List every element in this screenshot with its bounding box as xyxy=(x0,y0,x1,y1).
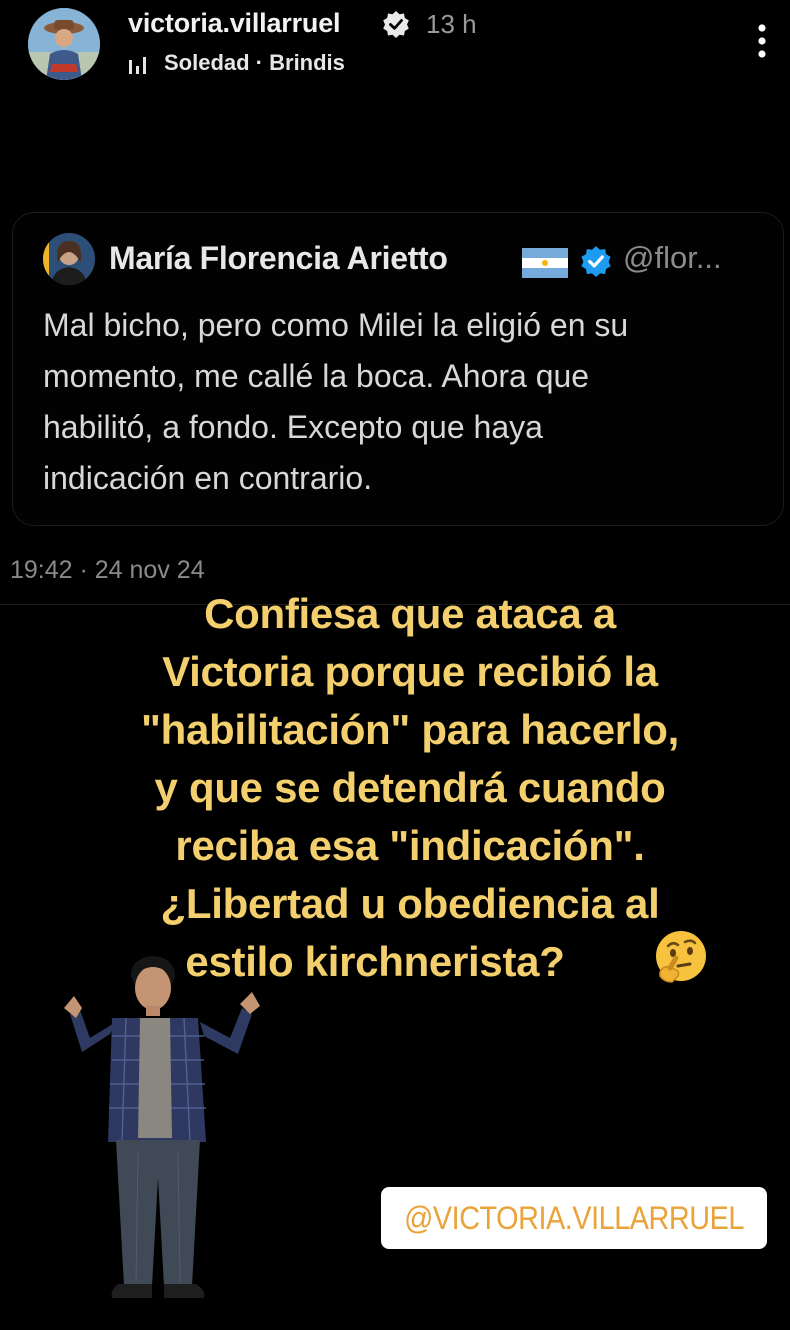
story-screen: victoria.villarruel 13 h Soledad · Brind… xyxy=(0,0,790,1330)
tweet-timestamp: 19:42 · 24 nov 24 xyxy=(10,556,205,584)
tweet-author-handle[interactable]: @flor... xyxy=(623,240,722,276)
story-username[interactable]: victoria.villarruel xyxy=(128,8,341,39)
verified-badge-icon xyxy=(581,246,611,277)
caption-line: "habilitación" para hacerlo, xyxy=(141,706,679,753)
caption-line: Confiesa que ataca a xyxy=(204,590,616,637)
post-time: 13 h xyxy=(426,9,477,39)
music-track[interactable]: Soledad · Brindis xyxy=(164,50,345,76)
caption-line: reciba esa "indicación". xyxy=(175,822,645,869)
caption-line: y que se detendrá cuando xyxy=(154,764,666,811)
mention-text: @VICTORIA.VILLARRUEL xyxy=(404,1200,744,1236)
music-bars-icon xyxy=(129,57,146,74)
more-options-icon[interactable] xyxy=(752,22,772,62)
caption-line: ¿Libertad u obediencia al xyxy=(160,880,660,927)
profile-avatar[interactable] xyxy=(28,8,100,80)
tweet-author-avatar xyxy=(43,233,95,285)
mention-tag[interactable]: @VICTORIA.VILLARRUEL xyxy=(381,1187,767,1249)
shrugging-person-sticker xyxy=(64,956,260,1298)
tweet-author-name[interactable]: María Florencia Arietto xyxy=(109,240,448,277)
verified-badge-icon xyxy=(383,11,409,38)
story-caption: Confiesa que ataca a Victoria porque rec… xyxy=(110,585,710,991)
caption-line: Victoria porque recibió la xyxy=(162,648,658,695)
thinking-face-emoji-icon xyxy=(656,931,706,983)
tweet-text: Mal bicho, pero como Milei la eligió en … xyxy=(43,307,629,496)
argentina-flag-icon xyxy=(522,248,568,278)
